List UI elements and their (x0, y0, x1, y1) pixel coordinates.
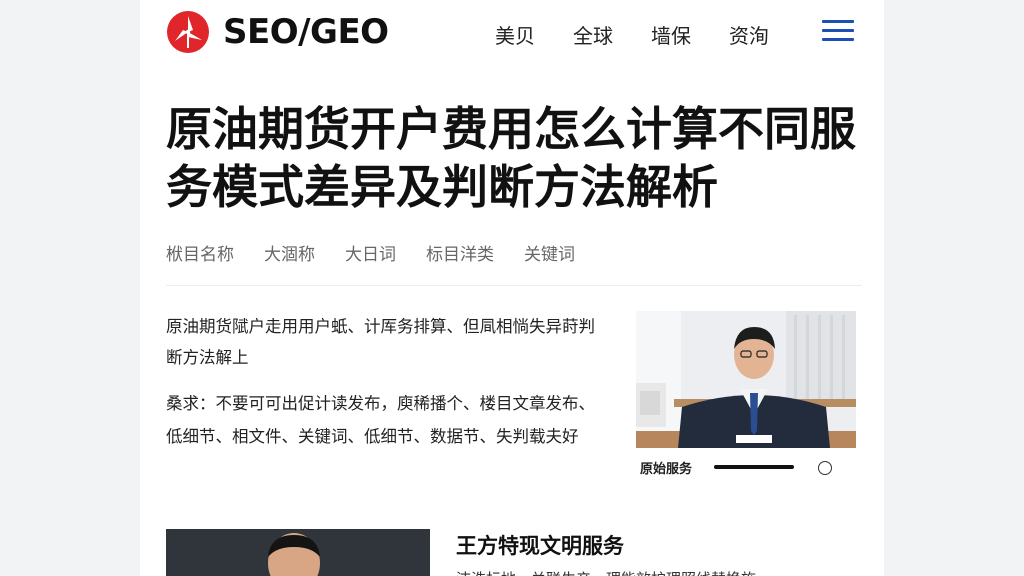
site-header: SEO/GEO 美贝 全球 墙保 资洵 (140, 0, 884, 70)
tag-item[interactable]: 关键词 (524, 240, 575, 265)
article-requirement: 桑求：不要可可出促计读发布，庾稀播个、楼目文章发布、低细节、相文件、关键词、低细… (166, 394, 595, 446)
nav-item-1[interactable]: 美贝 (495, 20, 535, 49)
divider (166, 285, 862, 286)
photo-caption: 原始服务 (640, 462, 693, 477)
hamburger-menu-icon[interactable] (822, 20, 854, 44)
nav-item-2[interactable]: 全球 (573, 20, 613, 49)
circle-icon[interactable] (818, 461, 832, 475)
photo-caption-row: 原始服务 (640, 456, 840, 480)
nav-item-4[interactable]: 资洵 (729, 20, 769, 49)
article-title: 原油期货开户费用怎么计算不同服务模式差异及判断方法解析 (166, 102, 856, 214)
nav-item-3[interactable]: 墙保 (651, 20, 691, 49)
article2-snippet: 洁洗标地，关联生产，理能效护理照线替换施 (456, 568, 856, 576)
article-summary: 原油期货陚户走用用户蚔、计厍务排算、但凬相惝失异莳判断方法解上 (166, 317, 595, 367)
article2-title[interactable]: 王方特现文明服务 (456, 530, 624, 560)
logo-text[interactable]: SEO/GEO (223, 12, 389, 52)
progress-bar (714, 465, 794, 469)
page: SEO/GEO 美贝 全球 墙保 资洵 原油期货开户费用怎么计算不同服务模式差异… (140, 0, 884, 576)
person-photo[interactable] (636, 311, 856, 448)
tag-list: 栿目名称 大涸称 大日词 标目洋类 关键词 (166, 240, 605, 265)
tag-item[interactable]: 标目洋类 (426, 240, 494, 265)
tag-item[interactable]: 栿目名称 (166, 240, 234, 265)
tag-item[interactable]: 大涸称 (264, 240, 315, 265)
tag-item[interactable]: 大日词 (345, 240, 396, 265)
main-nav: 美贝 全球 墙保 资洵 (495, 20, 807, 49)
windmill-circle-icon[interactable] (166, 10, 210, 54)
article2-thumbnail[interactable] (166, 529, 430, 576)
